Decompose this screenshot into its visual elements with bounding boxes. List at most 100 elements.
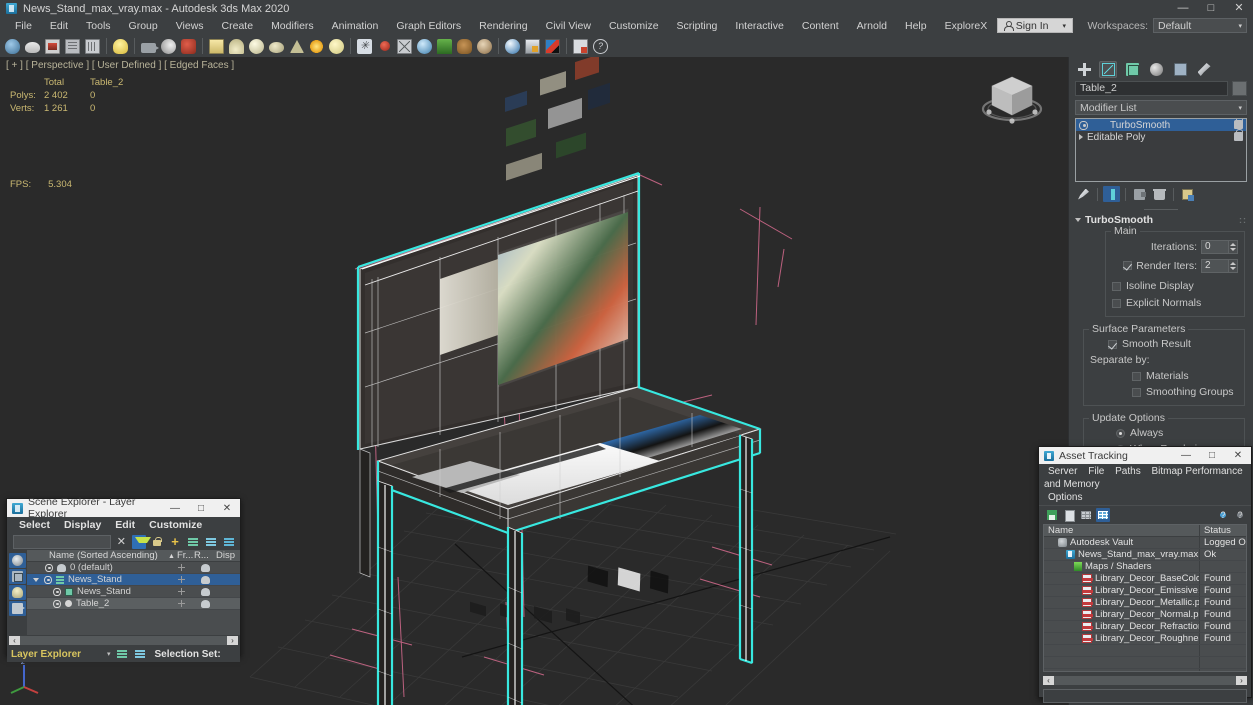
- sphere-button[interactable]: [247, 36, 266, 56]
- light-bulb-button[interactable]: [111, 36, 130, 56]
- scene-explorer-close[interactable]: ✕: [214, 499, 240, 517]
- layer-list-button[interactable]: [63, 36, 82, 56]
- snowflake-button[interactable]: [355, 36, 374, 56]
- camera-button[interactable]: [139, 36, 159, 56]
- hemisphere-button[interactable]: [227, 36, 246, 56]
- scene-explorer-maximize[interactable]: □: [188, 499, 214, 517]
- remove-modifier-button[interactable]: [1151, 186, 1168, 202]
- table-row-empty[interactable]: [1044, 657, 1246, 669]
- hierarchy-tab[interactable]: [1123, 61, 1141, 78]
- object-color-swatch[interactable]: [1232, 81, 1247, 96]
- menu-content[interactable]: Content: [793, 17, 848, 35]
- modifier-stack-item-editable-poly[interactable]: Editable Poly: [1076, 129, 1246, 143]
- at-menu-options[interactable]: Options: [1044, 492, 1086, 503]
- frozen-cell[interactable]: [168, 576, 194, 583]
- explicit-normals-row[interactable]: Explicit Normals: [1112, 296, 1238, 310]
- hierarchy-filter-button[interactable]: [8, 569, 26, 584]
- material-editor-button[interactable]: [503, 36, 522, 56]
- smoothing-groups-checkbox[interactable]: [1132, 387, 1141, 397]
- scene-explorer-title-bar[interactable]: Scene Explorer - Layer Explorer — □ ✕: [7, 496, 240, 520]
- table-icon[interactable]: [1079, 508, 1093, 522]
- column-display[interactable]: Disp: [216, 550, 240, 561]
- menu-edit[interactable]: Edit: [41, 17, 77, 35]
- search-input[interactable]: [13, 534, 111, 549]
- grass-button[interactable]: [435, 36, 454, 56]
- table-row[interactable]: Library_Decor_Normal.png Found: [1044, 609, 1246, 621]
- iterations-value[interactable]: 0: [1201, 239, 1229, 254]
- help-blue-icon[interactable]: [1216, 508, 1230, 522]
- smooth-result-row[interactable]: Smooth Result: [1090, 337, 1238, 351]
- pin-button[interactable]: [375, 36, 394, 56]
- scroll-track[interactable]: [20, 636, 227, 645]
- frozen-cell[interactable]: [168, 588, 194, 595]
- teapot-button[interactable]: [3, 36, 22, 56]
- asset-tracking-horizontal-scrollbar[interactable]: ‹ ›: [1043, 675, 1247, 686]
- footer-layers-icon[interactable]: [115, 647, 129, 661]
- render-iters-value[interactable]: 2: [1201, 258, 1229, 273]
- turbosmooth-rollout-header[interactable]: TurboSmooth ::: [1069, 212, 1253, 228]
- column-name[interactable]: Name: [1044, 525, 1200, 536]
- clear-search-icon[interactable]: ✕: [115, 535, 128, 548]
- at-menu-file[interactable]: File: [1084, 466, 1108, 477]
- eye-icon[interactable]: [45, 563, 53, 572]
- chevron-down-icon[interactable]: ▾: [107, 650, 111, 658]
- chevron-down-icon[interactable]: [33, 577, 39, 582]
- eye-icon[interactable]: [53, 587, 61, 596]
- scene-explorer-minimize[interactable]: —: [162, 499, 188, 517]
- always-row[interactable]: Always: [1090, 426, 1238, 440]
- render-iters-checkbox[interactable]: [1123, 261, 1133, 270]
- render-cell[interactable]: [194, 563, 216, 572]
- frozen-cell[interactable]: [168, 564, 194, 571]
- grid-icon[interactable]: [1096, 507, 1110, 522]
- robot-button[interactable]: [179, 36, 198, 56]
- sun-button[interactable]: [307, 36, 326, 56]
- render-cell[interactable]: [194, 575, 216, 584]
- column-render[interactable]: R...: [194, 550, 216, 561]
- asset-tracking-grid[interactable]: Name Status Autodesk Vault Logged Ou New…: [1043, 524, 1247, 672]
- scene-grid-button[interactable]: [83, 36, 102, 56]
- show-end-result-button[interactable]: [1103, 186, 1120, 202]
- scroll-right-button[interactable]: ›: [1236, 676, 1247, 685]
- explicit-normals-checkbox[interactable]: [1112, 298, 1121, 308]
- scroll-left-button[interactable]: ‹: [1043, 676, 1054, 685]
- page-icon[interactable]: [1062, 508, 1076, 522]
- eye-icon[interactable]: [44, 575, 52, 584]
- column-name[interactable]: Name (Sorted Ascending): [27, 550, 168, 561]
- select-objects-button[interactable]: [8, 553, 26, 568]
- scroll-left-button[interactable]: ‹: [9, 636, 20, 645]
- head-button[interactable]: [475, 36, 494, 56]
- table-row[interactable]: Table_2: [27, 598, 240, 610]
- cloud-button[interactable]: [23, 36, 42, 56]
- menu-animation[interactable]: Animation: [323, 17, 388, 35]
- pin-stack-button[interactable]: [1075, 186, 1092, 202]
- layers-select-icon[interactable]: [204, 535, 218, 549]
- eye-icon[interactable]: [1079, 120, 1088, 130]
- asset-tracking-dialog[interactable]: Asset Tracking — □ ✕ Server File Paths B…: [1038, 446, 1252, 703]
- menu-help[interactable]: Help: [896, 17, 936, 35]
- materials-checkbox[interactable]: [1132, 371, 1141, 381]
- at-menu-server[interactable]: Server: [1044, 466, 1081, 477]
- sign-in-button[interactable]: Sign In ▾: [996, 18, 1073, 33]
- eye-icon[interactable]: [53, 599, 61, 608]
- create-tab[interactable]: [1075, 61, 1093, 78]
- help-button[interactable]: [591, 36, 610, 56]
- iterations-spinner[interactable]: 0: [1201, 239, 1238, 254]
- menu-views[interactable]: Views: [167, 17, 213, 35]
- add-layer-icon[interactable]: [168, 535, 182, 549]
- chevron-right-icon[interactable]: [1079, 134, 1083, 140]
- modifier-list-dropdown[interactable]: Modifier List ▾: [1075, 100, 1247, 115]
- menu-tools[interactable]: Tools: [77, 17, 120, 35]
- menu-arnold[interactable]: Arnold: [848, 17, 896, 35]
- plane-button[interactable]: [207, 36, 226, 56]
- menu-customize[interactable]: Customize: [600, 17, 668, 35]
- spinner-arrows[interactable]: [1229, 239, 1238, 254]
- materials-row[interactable]: Materials: [1090, 369, 1238, 383]
- minimize-button[interactable]: —: [1169, 0, 1197, 17]
- workspaces-select[interactable]: Default ▾: [1153, 18, 1247, 33]
- configure-modifier-sets-button[interactable]: [1179, 186, 1196, 202]
- table-row[interactable]: News_Stand: [27, 586, 240, 598]
- scene-explorer-list[interactable]: Name (Sorted Ascending) ▲ Fr... R... Disp…: [27, 550, 240, 635]
- view-cube[interactable]: [976, 65, 1048, 139]
- column-frozen[interactable]: ▲ Fr...: [168, 550, 194, 561]
- save-icon[interactable]: [1045, 508, 1059, 522]
